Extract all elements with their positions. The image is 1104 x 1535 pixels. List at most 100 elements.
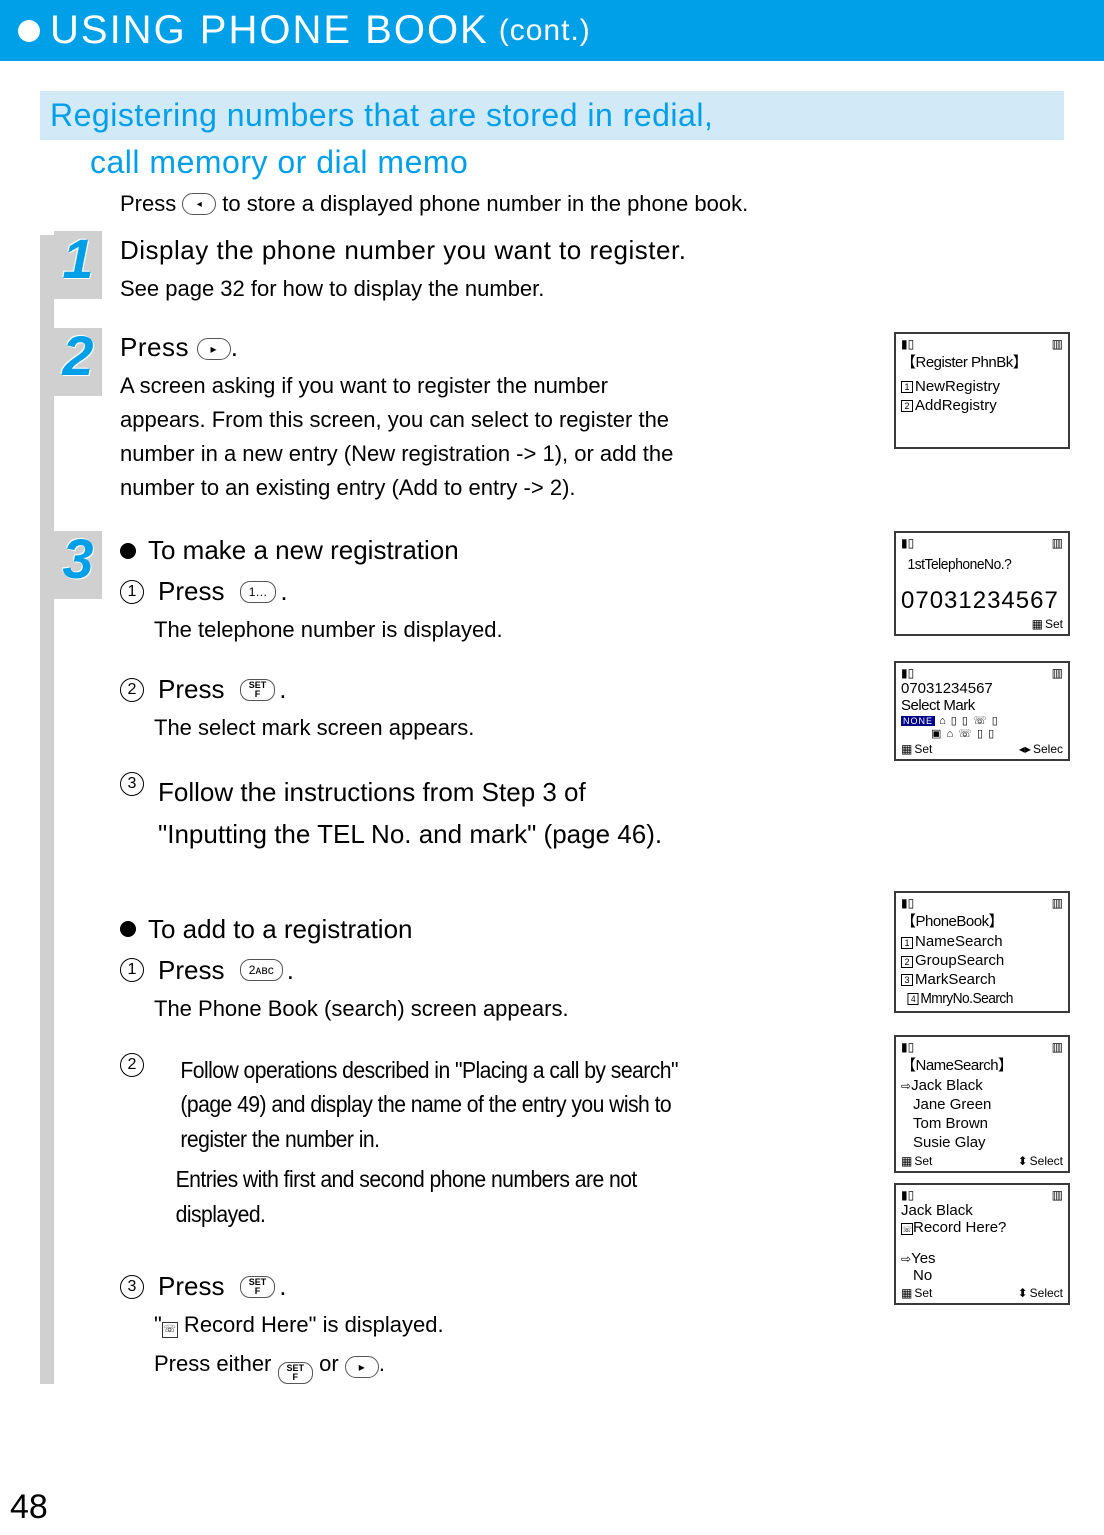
s5-i3: Tom Brown [901, 1115, 1063, 1134]
step-2-title-post: . [231, 332, 239, 362]
a2-post: . [279, 674, 286, 705]
screen5-title: 【NameSearch】 [901, 1054, 1063, 1075]
screen2-foot-label: Set [1045, 617, 1063, 631]
battery-icon: ▥ [1052, 1188, 1063, 1202]
bullet-dot-icon-2 [120, 921, 136, 937]
b3-sub2-pre: Press either [154, 1351, 278, 1376]
b3-sub2-mid: or [313, 1351, 345, 1376]
screen1-item2-label: AddRegistry [915, 397, 997, 416]
s5-i4: Susie Glay [901, 1134, 1063, 1153]
phone-screen-telno: ▮▯▥ 1stTelephoneNo.? 07031234567 ▦Set [894, 531, 1070, 636]
section-banner: USING PHONE BOOK (cont.) [0, 0, 1104, 61]
s6-q-row: ☏Record Here? [901, 1219, 1063, 1236]
s4-i4: MmryNo.Search [920, 990, 1013, 1009]
set-key-icon-2: SETF [240, 1276, 276, 1298]
s6-name: Jack Black [901, 1202, 1063, 1219]
bullet-dot-icon [120, 543, 136, 559]
heading-line2: call memory or dial memo [40, 144, 1064, 181]
intro-post: to store a displayed phone number in the… [222, 191, 748, 217]
b3-sub2: Press either SETF or ▸. [154, 1347, 694, 1384]
s4-i2: GroupSearch [915, 952, 1004, 971]
add-registration-title: To add to a registration [148, 914, 413, 945]
step-3-content: To make a new registration 1 Press 1…. T… [120, 535, 1104, 1384]
signal-icon: ▮▯ [901, 1188, 914, 1202]
step-3: 3 To make a new registration 1 Press 1….… [0, 535, 1104, 1384]
step-1-title: Display the phone number you want to reg… [120, 235, 1104, 266]
b3-sub-mid: Record Here" is displayed. [178, 1312, 444, 1337]
record-here-icon: ☏ [162, 1322, 178, 1338]
a2-pre: Press [158, 674, 224, 705]
a1-pre: Press [158, 576, 224, 607]
s6-yes: Yes [911, 1250, 935, 1267]
step-1: 1 Display the phone number you want to r… [0, 235, 1104, 306]
phone-status: ▮▯▥ [901, 337, 1063, 351]
set-key-icon-3: SETF [278, 1362, 314, 1384]
one-key-icon: 1… [240, 581, 277, 603]
circ-2b: 2 [120, 1053, 144, 1077]
s5-sel: ⇨Jack Black [901, 1077, 1063, 1096]
steps-area: 1 Display the phone number you want to r… [0, 235, 1104, 1384]
phone-screen-recordhere: ▮▯▥ Jack Black ☏Record Here? ⇨Yes No ▦Se… [894, 1183, 1070, 1305]
b1-sub: The Phone Book (search) screen appears. [154, 992, 694, 1025]
s4-n2: 2 [901, 956, 913, 968]
battery-icon: ▥ [1052, 1040, 1063, 1054]
s4-n1: 1 [901, 937, 913, 949]
phone-screen-namesearch: ▮▯▥ 【NameSearch】 ⇨Jack Black Jane Green … [894, 1035, 1070, 1173]
pointer-icon-2: ⇨ [901, 1252, 911, 1266]
s4-i3: MarkSearch [915, 971, 996, 990]
set-key-icon: SETF [240, 679, 276, 701]
memo-key-icon: ◂ [182, 193, 216, 215]
signal-icon: ▮▯ [901, 896, 914, 910]
screen3-foot-r-label: Selec [1033, 742, 1063, 756]
b2-main: Follow operations described in "Placing … [180, 1053, 695, 1157]
step-2-title-pre: Press [120, 332, 189, 362]
screen2-foot: ▦Set [1032, 617, 1063, 631]
two-key-icon: 2ᴀʙᴄ [240, 959, 283, 981]
step-2-number: 2 [54, 328, 102, 396]
pointer-icon: ⇨ [901, 1079, 911, 1093]
s5-sel-label: Jack Black [911, 1077, 983, 1094]
step-2: 2 Press ▸. A screen asking if you want t… [0, 332, 1104, 505]
signal-icon: ▮▯ [901, 1040, 914, 1054]
s6-foot-r: Select [1030, 1286, 1063, 1300]
right-arrow-key-icon: ▸ [197, 338, 231, 360]
s4-n3: 3 [901, 974, 913, 986]
screen2-number: 07031234567 [901, 587, 1063, 615]
screen1-item1: 1NewRegistry [901, 378, 1063, 397]
b3-sub-pre: " [154, 1312, 162, 1337]
intro-line: Press ◂ to store a displayed phone numbe… [40, 181, 1064, 217]
screen3-foot-l: ▦Set [901, 742, 932, 756]
battery-icon: ▥ [1052, 896, 1063, 910]
a3-text: Follow the instructions from Step 3 of "… [158, 772, 698, 855]
b1-post: . [287, 955, 294, 986]
signal-icon: ▮▯ [901, 666, 914, 680]
screen2-title: 1stTelephoneNo.? [907, 556, 1056, 573]
banner-title: USING PHONE BOOK [50, 8, 489, 53]
signal-icon: ▮▯ [901, 337, 914, 351]
s4-n4: 4 [907, 993, 918, 1005]
step-2-sub: A screen asking if you want to register … [120, 369, 690, 505]
screen3-icons2: ▣ ⌂ ☏ ▯ ▯ [901, 727, 1063, 740]
s6-no: No [901, 1267, 1063, 1284]
a2-sub: The select mark screen appears. [154, 711, 694, 744]
phone-screen-selectmark: ▮▯▥ 07031234567 Select Mark NONE ⌂ ▯ ▯ ☏… [894, 661, 1070, 761]
signal-icon: ▮▯ [901, 536, 914, 550]
banner-cont: (cont.) [499, 14, 591, 48]
right-arrow-key-icon-2: ▸ [345, 1356, 379, 1378]
screen3-icons: NONE ⌂ ▯ ▯ ☏ ▯ [901, 714, 1063, 727]
none-badge: NONE [901, 716, 935, 726]
s6-foot-l: Set [914, 1286, 932, 1300]
screen1-body: 1NewRegistry 2AddRegistry [901, 378, 1063, 416]
banner-dot-icon [18, 20, 40, 42]
s6-q: Record Here? [913, 1219, 1006, 1236]
set-key-bot-3: F [293, 1372, 299, 1382]
circ-3b: 3 [120, 1275, 144, 1299]
battery-icon: ▥ [1052, 666, 1063, 680]
heading-line1: Registering numbers that are stored in r… [40, 91, 1064, 140]
step-1-sub: See page 32 for how to display the numbe… [120, 272, 680, 306]
b3-sub: "☏ Record Here" is displayed. [154, 1308, 694, 1341]
make-new-registration-title: To make a new registration [148, 535, 459, 566]
screen3-title: Select Mark [901, 697, 1063, 714]
b1-pre: Press [158, 955, 224, 986]
set-key-bot-2: F [255, 1286, 261, 1296]
